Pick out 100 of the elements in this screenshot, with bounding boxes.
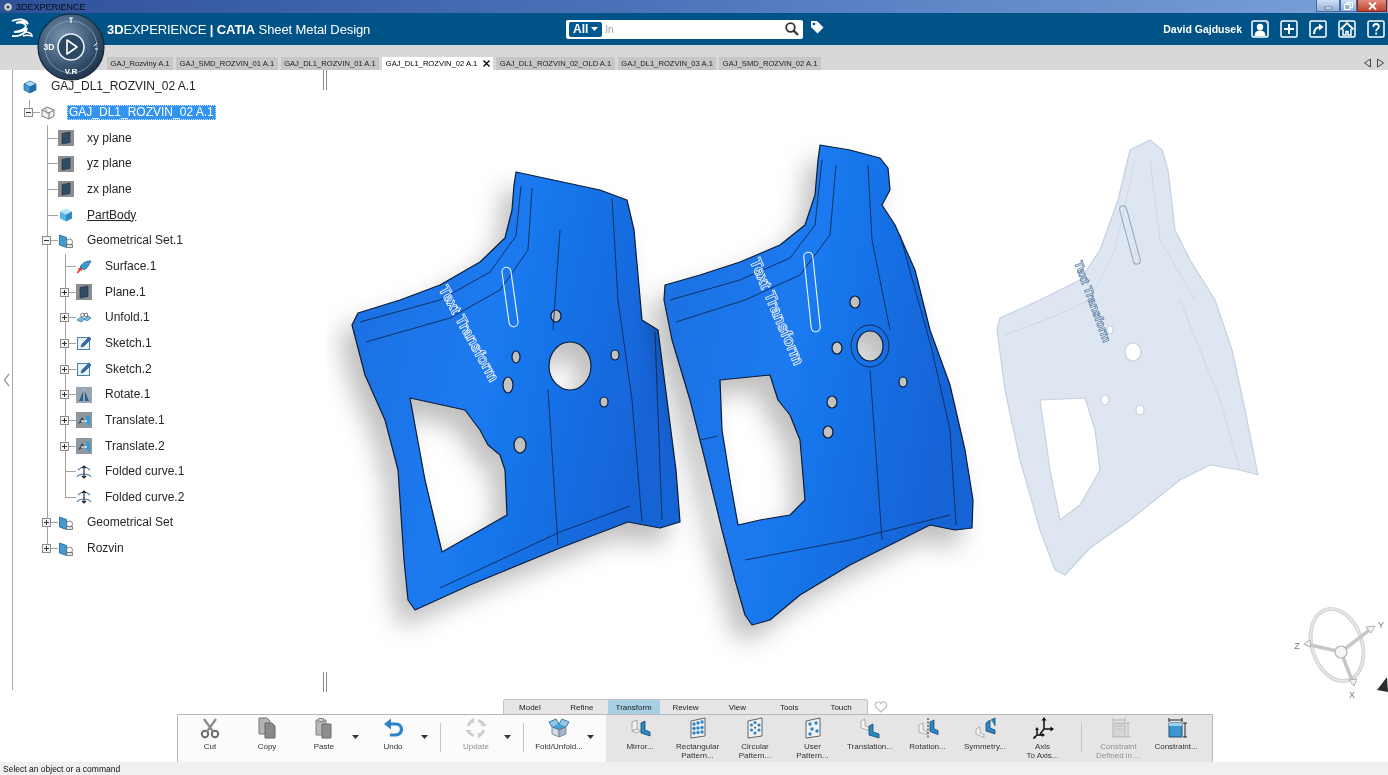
caret-icon[interactable] — [351, 735, 359, 739]
tree-item[interactable]: Geometrical Set.1 — [85, 233, 186, 249]
tree-item[interactable]: Rotate.1 — [103, 387, 153, 403]
tree-item[interactable]: Sketch.1 — [103, 335, 154, 351]
section-tab[interactable]: Transform — [607, 700, 660, 714]
tree-item[interactable]: Folded curve.2 — [103, 489, 187, 505]
tree-item[interactable]: Geometrical Set — [85, 515, 176, 531]
plane-icon — [76, 284, 92, 301]
section-tab[interactable]: View — [711, 700, 764, 714]
constraint-box-icon — [1165, 717, 1187, 739]
toolbar-button[interactable]: Mirror... — [614, 715, 666, 762]
tree-item[interactable]: Folded curve.1 — [103, 464, 187, 480]
scroll-right-icon[interactable] — [1376, 57, 1385, 68]
compass-button[interactable]: 3D V.R — [37, 13, 105, 81]
toolbar-button[interactable]: Circular Pattern... — [729, 715, 781, 762]
tree-item[interactable]: Rozvin — [85, 541, 126, 557]
tree-item[interactable]: zx plane — [85, 181, 134, 197]
toolbar-button[interactable]: Constraint... — [1150, 715, 1202, 762]
tree-item[interactable]: GAJ_DL1_ROZVIN_02 A.1 — [49, 79, 198, 95]
section-tab[interactable]: Review — [659, 700, 712, 714]
plane-icon — [58, 155, 74, 172]
expand-icon[interactable] — [60, 441, 69, 451]
symmetry-bracket-icon — [974, 717, 996, 739]
tree-item[interactable]: Translate.1 — [103, 412, 167, 428]
tree-item[interactable]: xy plane — [85, 130, 134, 146]
splitter-handle[interactable] — [323, 672, 327, 692]
app-icon — [3, 1, 13, 12]
app-title: 3DEXPERIENCE | CATIA Sheet Metal Design — [107, 21, 371, 37]
rotate-bracket-icon — [916, 717, 939, 739]
toolbar-button[interactable]: User Pattern... — [786, 715, 839, 762]
toolbar-button[interactable]: Rectangular Pattern... — [671, 715, 724, 762]
tree-item[interactable]: Surface.1 — [103, 258, 159, 274]
folded-curve-icon — [76, 463, 92, 480]
search-icon[interactable] — [785, 22, 799, 36]
section-tab[interactable]: Model — [504, 700, 556, 714]
expand-icon[interactable] — [60, 364, 69, 374]
cube-icon — [58, 207, 74, 224]
share-icon[interactable] — [1309, 20, 1327, 38]
tree-item[interactable]: Sketch.2 — [103, 361, 154, 377]
person-icon[interactable] — [1251, 20, 1269, 38]
translate-icon — [76, 412, 92, 429]
toolbar-button[interactable]: Undo — [368, 715, 418, 762]
folded-curve-icon — [76, 489, 92, 506]
close-icon[interactable] — [483, 60, 491, 67]
expand-icon[interactable] — [42, 544, 51, 554]
tree-item[interactable]: PartBody — [85, 207, 139, 223]
add-icon[interactable] — [1280, 20, 1298, 38]
shapes-set-icon — [58, 540, 74, 557]
caret-icon — [591, 27, 599, 31]
section-tab[interactable]: Refine — [555, 700, 608, 714]
toolbar-button[interactable]: Translation... — [844, 715, 896, 762]
home-icon[interactable] — [1338, 20, 1356, 38]
user-name: David Gajdusek — [1163, 23, 1242, 35]
expand-icon[interactable] — [60, 338, 69, 348]
toolbar-button[interactable]: Fold/Unfold... — [534, 715, 584, 762]
caret-icon[interactable] — [420, 735, 428, 739]
shapes-set-icon — [58, 232, 74, 249]
expand-icon[interactable] — [60, 287, 69, 297]
toolbar-button[interactable]: Cut — [185, 715, 235, 762]
search-box[interactable]: All In — [566, 19, 803, 39]
tree-item[interactable]: Plane.1 — [103, 284, 148, 300]
toolbar-button[interactable]: Copy — [242, 715, 292, 762]
tree-item[interactable]: Translate.2 — [103, 438, 167, 454]
help-icon[interactable] — [1367, 20, 1385, 38]
tag-icon[interactable] — [810, 20, 824, 34]
translate-icon — [76, 438, 92, 454]
splitter-handle[interactable] — [323, 70, 327, 90]
corner-handle-icon[interactable] — [1377, 677, 1388, 692]
section-tab[interactable]: Touch — [815, 700, 867, 714]
plane-icon — [58, 181, 74, 198]
expand-icon[interactable] — [42, 518, 51, 528]
chevron-left-icon[interactable] — [2, 373, 10, 387]
toolbar-button[interactable]: Paste — [299, 715, 349, 762]
cube-icon — [22, 78, 38, 95]
search-field[interactable]: In — [605, 23, 785, 35]
tree-item[interactable]: Unfold.1 — [103, 310, 152, 326]
scope-dropdown[interactable]: All — [569, 21, 603, 37]
countersink-ring — [850, 324, 890, 368]
pencil-sketch-icon — [76, 361, 92, 378]
toolbar-button[interactable]: Symmetry... — [959, 715, 1011, 762]
section-tab[interactable]: Tools — [763, 700, 816, 714]
toolbar-button[interactable]: Axis To Axis... — [1016, 715, 1069, 762]
tree-item[interactable]: yz plane — [85, 156, 134, 172]
surface-icon — [76, 258, 92, 275]
caret-icon[interactable] — [586, 735, 594, 739]
folding-box-icon — [548, 717, 570, 739]
collapse-icon[interactable] — [24, 108, 33, 117]
outline-cube-icon — [40, 104, 56, 121]
undo-icon — [382, 717, 404, 739]
expand-icon[interactable] — [60, 415, 69, 425]
status-message: Select an object or a command — [3, 763, 121, 774]
window-title: 3DEXPERIENCE — [16, 0, 86, 13]
shapes-set-icon — [58, 515, 74, 531]
expand-icon[interactable] — [60, 313, 69, 323]
expand-icon[interactable] — [60, 390, 69, 400]
dot-circle-plate-icon — [744, 717, 766, 739]
toolbar-button[interactable]: Rotation... — [901, 715, 954, 762]
collapse-icon[interactable] — [42, 236, 51, 246]
plane-icon — [58, 130, 74, 147]
scroll-left-icon[interactable] — [1363, 57, 1372, 68]
